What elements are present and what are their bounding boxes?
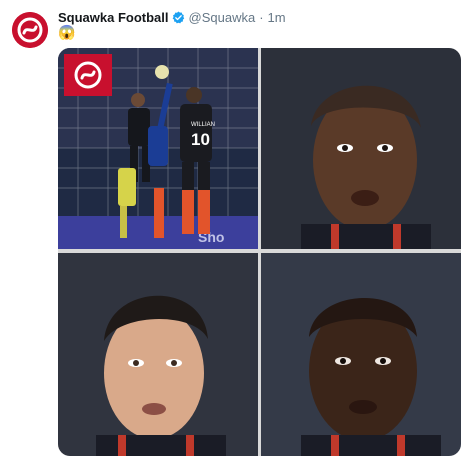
player-face-image (58, 253, 258, 456)
squawka-logo-icon (12, 12, 48, 48)
photo-player-closeup-2[interactable] (58, 253, 258, 456)
tweet-text: 😱 (58, 24, 76, 40)
player-face-image (261, 48, 461, 249)
jersey-name: WILLIAN (191, 122, 215, 128)
author-name[interactable]: Squawka Football (58, 10, 169, 25)
jersey-number: 10 (191, 130, 210, 149)
photo-player-closeup-1[interactable] (261, 48, 461, 249)
timestamp[interactable]: 1m (268, 10, 286, 25)
player-face-image (261, 253, 461, 456)
profile-avatar[interactable] (12, 12, 48, 48)
separator-dot: · (259, 9, 264, 25)
author-handle[interactable]: @Squawka (189, 10, 256, 25)
photo-match-action[interactable]: Sho 10 WILLIAN (58, 48, 258, 249)
tweet[interactable]: Squawka Football @Squawka · 1m 😱 Sho 10 … (0, 0, 469, 461)
match-action-image: Sho 10 WILLIAN (58, 48, 258, 249)
verified-badge-icon (172, 11, 184, 23)
media-grid: Sho 10 WILLIAN (58, 48, 461, 456)
tweet-header: Squawka Football @Squawka · 1m (58, 8, 286, 26)
photo-player-closeup-3[interactable] (261, 253, 461, 456)
